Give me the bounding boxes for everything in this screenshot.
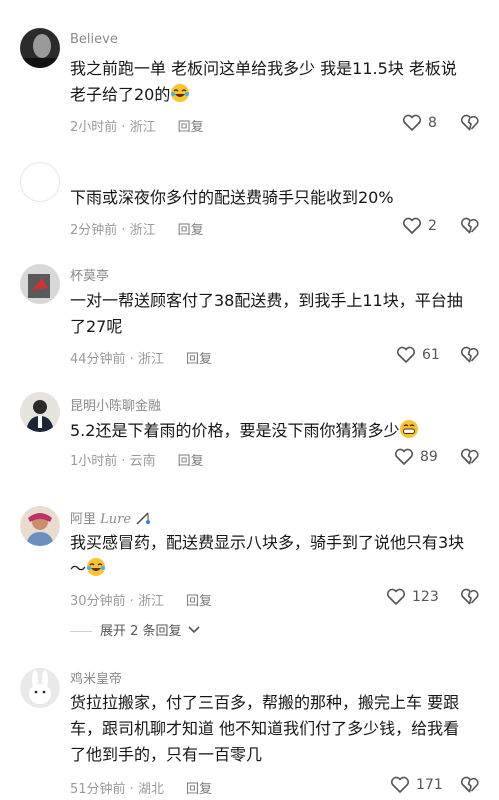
broken-heart-icon	[460, 448, 479, 465]
heart-icon	[402, 217, 422, 234]
avatar[interactable]	[20, 28, 60, 68]
heart-icon	[396, 346, 416, 363]
comment-text: 5.2还是下着雨的价格，要是没下雨你猜猜多少	[70, 418, 470, 444]
chevron-down-icon	[188, 626, 200, 634]
reply-button[interactable]: 回复	[178, 120, 204, 135]
reply-button[interactable]: 回复	[178, 454, 204, 469]
heart-icon	[402, 114, 422, 131]
timestamp: 30分钟前 · 浙江	[70, 594, 164, 609]
avatar[interactable]	[20, 668, 60, 708]
reply-button[interactable]: 回复	[186, 352, 212, 367]
broken-heart-icon	[460, 217, 479, 234]
dislike-button[interactable]	[460, 114, 480, 136]
timestamp: 1小时前 · 云南	[70, 454, 156, 469]
like-button[interactable]: 2	[402, 217, 437, 235]
username[interactable]: 阿里 Lure	[70, 508, 151, 527]
username[interactable]: 鸡米皇帝	[70, 668, 122, 687]
timestamp: 2小时前 · 浙江	[70, 120, 156, 135]
broken-heart-icon	[460, 346, 479, 363]
avatar[interactable]	[20, 506, 60, 546]
dislike-button[interactable]	[460, 217, 480, 239]
like-count: 123	[412, 589, 439, 605]
dislike-button[interactable]	[460, 448, 480, 470]
comment-text: 我买感冒药，配送费显示八块多，骑手到了说他只有3块～	[70, 533, 465, 578]
username[interactable]: Believe	[70, 32, 118, 47]
comment-text: 下雨或深夜你多付的配送费骑手只能收到20%	[70, 188, 394, 207]
timestamp: 2分钟前 · 浙江	[70, 223, 156, 238]
comment-text: 货拉拉搬家，付了三百多，帮搬的那种，搬完上车 要跟车，跟司机聊才知道 他不知道我…	[70, 693, 460, 764]
laugh-cry-emoji-icon	[87, 558, 106, 576]
like-count: 8	[428, 115, 437, 131]
username[interactable]: 杯莫亭	[70, 265, 109, 284]
laugh-cry-emoji-icon	[171, 84, 190, 102]
username[interactable]: 昆明小陈聊金融	[70, 395, 161, 414]
comment-text: 我之前跑一单 老板问这单给我多少 我是11.5块 老板说老子给了20的	[70, 59, 457, 104]
heart-icon	[390, 776, 410, 793]
broken-heart-icon	[460, 114, 479, 131]
like-count: 171	[416, 777, 443, 793]
comment-meta: 44分钟前 · 浙江 回复	[70, 348, 212, 367]
grin-emoji-icon	[400, 420, 419, 438]
comment-text: 一对一帮送顾客付了38配送费，到我手上11块，平台抽了27呢	[70, 291, 463, 336]
heart-icon	[386, 588, 406, 605]
like-count: 61	[422, 347, 440, 363]
comment-meta: 51分钟前 · 湖北 回复	[70, 778, 212, 797]
reply-button[interactable]: 回复	[186, 782, 212, 797]
avatar[interactable]	[20, 392, 60, 432]
reply-button[interactable]: 回复	[186, 594, 212, 609]
comment-meta: 2分钟前 · 浙江 回复	[70, 219, 204, 238]
timestamp: 51分钟前 · 湖北	[70, 782, 164, 797]
dislike-button[interactable]	[460, 588, 480, 610]
dislike-button[interactable]	[460, 346, 480, 368]
reply-button[interactable]: 回复	[178, 223, 204, 238]
divider	[70, 631, 92, 632]
fishing-icon	[136, 512, 151, 525]
comment-meta: 1小时前 · 云南 回复	[70, 450, 204, 469]
like-count: 2	[428, 218, 437, 234]
like-button[interactable]: 8	[402, 114, 437, 132]
timestamp: 44分钟前 · 浙江	[70, 352, 164, 367]
like-button[interactable]: 171	[390, 776, 443, 794]
comment-meta: 30分钟前 · 浙江 回复	[70, 590, 212, 609]
like-button[interactable]: 89	[394, 448, 438, 466]
expand-replies-label: 展开 2 条回复	[100, 624, 182, 639]
like-count: 89	[420, 449, 438, 465]
broken-heart-icon	[460, 588, 479, 605]
like-button[interactable]: 123	[386, 588, 439, 606]
avatar[interactable]	[20, 264, 60, 304]
like-button[interactable]: 61	[396, 346, 440, 364]
comment-meta: 2小时前 · 浙江 回复	[70, 116, 204, 135]
heart-icon	[394, 448, 414, 465]
dislike-button[interactable]	[460, 776, 480, 798]
avatar[interactable]	[20, 162, 60, 202]
broken-heart-icon	[460, 776, 479, 793]
expand-replies-button[interactable]: 展开 2 条回复	[70, 620, 200, 639]
